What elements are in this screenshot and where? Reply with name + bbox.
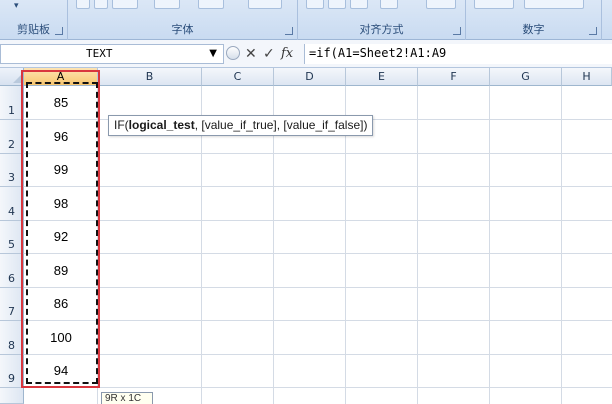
- gridline: [24, 387, 612, 388]
- row-number: 2: [8, 138, 15, 151]
- number-launcher-icon[interactable]: [589, 27, 597, 35]
- highlight-frame: [21, 70, 100, 388]
- column-header-d[interactable]: D: [274, 68, 346, 86]
- select-all-icon: [13, 75, 21, 83]
- bold-button[interactable]: [76, 0, 90, 9]
- gridline: [24, 354, 612, 355]
- clipboard-group: ▾ 剪贴板: [0, 0, 68, 40]
- alignment-launcher-icon[interactable]: [453, 27, 461, 35]
- row-number: 4: [8, 205, 15, 218]
- column-header-c[interactable]: C: [202, 68, 274, 86]
- tooltip-remaining-args: , [value_if_true], [value_if_false]): [194, 118, 368, 132]
- gridline: [417, 86, 418, 404]
- column-header-g[interactable]: G: [490, 68, 562, 86]
- row-number: 8: [8, 339, 15, 352]
- font-launcher-icon[interactable]: [285, 27, 293, 35]
- percent-button[interactable]: [474, 0, 514, 9]
- formula-input[interactable]: =if(A1=Sheet2!A1:A9: [304, 44, 612, 64]
- column-header-b[interactable]: B: [98, 68, 202, 86]
- clipboard-launcher-icon[interactable]: [55, 27, 63, 35]
- group-label-font: 字体: [171, 23, 194, 36]
- gridline: [24, 186, 612, 187]
- name-box[interactable]: TEXT ▼: [0, 44, 224, 64]
- gridline: [24, 320, 612, 321]
- insert-function-icon[interactable]: fx: [281, 44, 293, 64]
- font-group: 字体: [68, 0, 298, 40]
- row-number: 7: [8, 305, 15, 318]
- column-header-h[interactable]: H: [562, 68, 612, 86]
- align-left-button[interactable]: [306, 0, 324, 9]
- align-right-button[interactable]: [350, 0, 368, 9]
- function-tooltip: IF(logical_test, [value_if_true], [value…: [108, 115, 374, 136]
- gridline: [24, 153, 612, 154]
- tooltip-current-arg[interactable]: logical_test: [129, 118, 195, 132]
- ribbon: ▾ 剪贴板 字体 对齐方式 数字: [0, 0, 612, 40]
- gridline: [489, 86, 490, 404]
- number-group: 数字: [466, 0, 602, 40]
- name-box-value: TEXT: [86, 47, 113, 60]
- merge-button[interactable]: [426, 0, 456, 9]
- name-box-dropdown-icon[interactable]: ▼: [209, 48, 217, 59]
- column-header-e[interactable]: E: [346, 68, 418, 86]
- formula-controls: ✕ ✓ fx: [226, 44, 302, 64]
- column-header-f[interactable]: F: [418, 68, 490, 86]
- row-number: 6: [8, 272, 15, 285]
- tooltip-function-name: IF(: [114, 118, 129, 132]
- gridline: [24, 253, 612, 254]
- paste-dropdown-icon[interactable]: ▾: [14, 1, 19, 11]
- formula-text: =if(A1=Sheet2!A1:A9: [309, 46, 447, 60]
- group-label-alignment: 对齐方式: [359, 23, 404, 36]
- decimal-button[interactable]: [524, 0, 584, 9]
- selection-size-tip: 9R x 1C: [101, 392, 153, 404]
- formula-bar: TEXT ▼ ✕ ✓ fx =if(A1=Sheet2!A1:A9: [0, 40, 612, 68]
- font-color-button[interactable]: [248, 0, 282, 9]
- italic-button[interactable]: [94, 0, 108, 9]
- formula-bar-grip-icon[interactable]: [226, 46, 240, 60]
- row-number: 1: [8, 104, 15, 117]
- gridline: [24, 220, 612, 221]
- align-center-button[interactable]: [328, 0, 346, 9]
- enter-check-icon[interactable]: ✓: [263, 44, 275, 64]
- row-header-10[interactable]: [0, 388, 24, 404]
- border-button[interactable]: [154, 0, 180, 9]
- gridline: [561, 86, 562, 404]
- alignment-group: 对齐方式: [298, 0, 466, 40]
- row-number: 9: [8, 372, 15, 385]
- fill-color-button[interactable]: [198, 0, 224, 9]
- row-number: 3: [8, 171, 15, 184]
- cancel-icon[interactable]: ✕: [245, 44, 257, 64]
- underline-button[interactable]: [112, 0, 138, 9]
- row-number: 5: [8, 238, 15, 251]
- group-label-number: 数字: [522, 23, 545, 36]
- gridline: [24, 287, 612, 288]
- indent-button[interactable]: [380, 0, 398, 9]
